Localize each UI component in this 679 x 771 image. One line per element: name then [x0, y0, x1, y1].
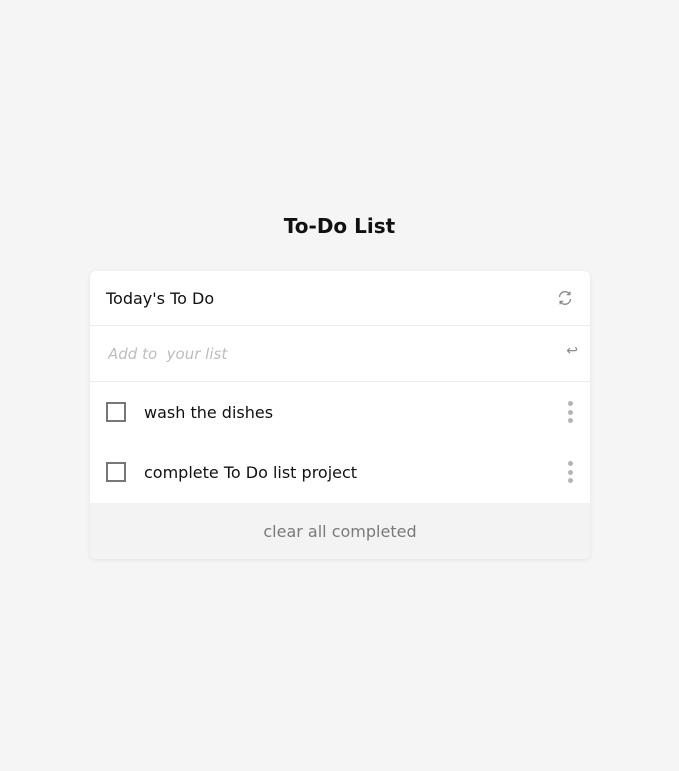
todo-checkbox[interactable] — [106, 402, 126, 422]
page-title: To-Do List — [283, 214, 396, 238]
list-item: complete To Do list project — [90, 442, 590, 502]
todo-text: complete To Do list project — [144, 462, 358, 482]
todo-text: wash the dishes — [144, 402, 274, 422]
enter-icon[interactable]: ↩ — [566, 344, 578, 358]
list-title: Today's To Do — [106, 288, 215, 308]
card-footer: clear all completed — [90, 503, 590, 559]
add-item-row: ↩ — [90, 326, 590, 382]
more-options-icon[interactable] — [565, 401, 575, 423]
refresh-icon[interactable] — [556, 289, 574, 307]
add-item-input[interactable] — [108, 344, 528, 363]
card-header: Today's To Do — [90, 271, 590, 326]
list-item: wash the dishes — [90, 382, 590, 442]
more-options-icon[interactable] — [565, 461, 575, 483]
todo-checkbox[interactable] — [106, 462, 126, 482]
todo-card: Today's To Do ↩ wash the dishes complete… — [90, 271, 590, 559]
clear-completed-button[interactable]: clear all completed — [257, 521, 422, 542]
